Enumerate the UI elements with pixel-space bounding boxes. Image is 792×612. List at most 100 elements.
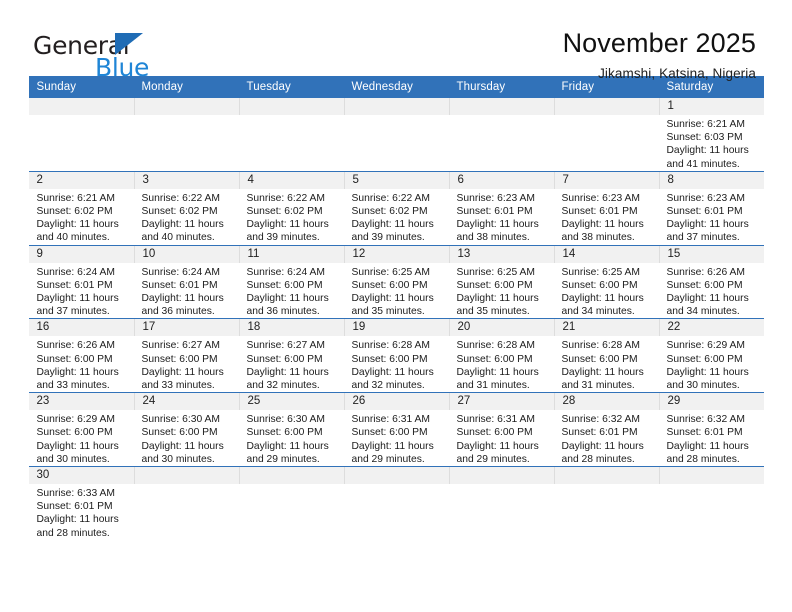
daylight-text-line1: Daylight: 11 hours [561, 293, 644, 305]
daylight-text-line1: Daylight: 11 hours [246, 293, 329, 305]
calendar-day-cell[interactable]: 29 Sunrise: 6:32 AM Sunset: 6:01 PM Dayligh… [658, 392, 764, 467]
calendar-day-cell[interactable]: 3 Sunrise: 6:22 AM Sunset: 6:02 PM Daylight… [133, 170, 239, 246]
day-details: Sunrise: 6:30 AM Sunset: 6:00 PM Daylight:… [134, 410, 239, 466]
sunrise-text: Sunrise: 6:30 AM [141, 414, 220, 426]
day-number: 10 [133, 245, 239, 263]
daylight-text-line2: and 34 minutes. [666, 306, 740, 318]
sunset-text: Sunset: 6:00 PM [351, 279, 428, 291]
daylight-text-line1: Daylight: 11 hours [36, 219, 119, 231]
daylight-text-line2: and 39 minutes. [246, 232, 320, 244]
day-number: 6 [448, 171, 554, 189]
daylight-text-line2: and 35 minutes. [351, 306, 425, 318]
sunrise-text: Sunrise: 6:21 AM [36, 192, 115, 204]
calendar-day-cell[interactable]: 4 Sunrise: 6:22 AM Sunset: 6:02 PM Daylight… [238, 170, 344, 246]
day-number: 12 [343, 245, 449, 263]
day-details: Sunrise: 6:25 AM Sunset: 6:00 PM Daylight:… [449, 263, 554, 319]
day-number [238, 467, 344, 485]
calendar-day-cell[interactable]: 27 Sunrise: 6:31 AM Sunset: 6:00 PM Dayligh… [448, 392, 554, 467]
calendar-week-row: 30 Sunrise: 6:33 AM Sunset: 6:01 PM Dayligh… [28, 466, 764, 540]
sunrise-text: Sunrise: 6:29 AM [36, 414, 115, 426]
day-number: 23 [28, 393, 134, 411]
calendar-day-cell[interactable]: 11 Sunrise: 6:24 AM Sunset: 6:00 PM Dayligh… [238, 244, 344, 319]
calendar-day-cell[interactable]: 10 Sunrise: 6:24 AM Sunset: 6:01 PM Dayligh… [133, 244, 239, 319]
calendar-day-cell[interactable]: 8 Sunrise: 6:23 AM Sunset: 6:01 PM Daylight… [658, 170, 764, 246]
daylight-text-line2: and 30 minutes. [666, 380, 740, 392]
day-number: 22 [658, 319, 764, 337]
sunrise-text: Sunrise: 6:25 AM [456, 266, 535, 278]
day-details: Sunrise: 6:22 AM Sunset: 6:02 PM Daylight:… [134, 189, 239, 245]
day-number [238, 98, 344, 115]
day-number [28, 98, 134, 115]
calendar-day-cell[interactable]: 30 Sunrise: 6:33 AM Sunset: 6:01 PM Dayligh… [28, 466, 134, 540]
calendar-day-cell[interactable]: 7 Sunrise: 6:23 AM Sunset: 6:01 PM Daylight… [553, 170, 659, 246]
calendar-day-cell[interactable]: 12 Sunrise: 6:25 AM Sunset: 6:00 PM Dayligh… [343, 244, 449, 319]
daylight-text-line1: Daylight: 11 hours [351, 293, 434, 305]
sunset-text: Sunset: 6:01 PM [456, 206, 533, 218]
calendar-day-cell[interactable]: 6 Sunrise: 6:23 AM Sunset: 6:01 PM Daylight… [448, 170, 554, 246]
sunrise-text: Sunrise: 6:31 AM [456, 414, 535, 426]
calendar-day-cell[interactable]: 16 Sunrise: 6:26 AM Sunset: 6:00 PM Dayligh… [28, 318, 134, 393]
sunset-text: Sunset: 6:00 PM [141, 427, 218, 439]
daylight-text-line1: Daylight: 11 hours [666, 293, 749, 305]
calendar-day-cell[interactable]: 24 Sunrise: 6:30 AM Sunset: 6:00 PM Dayligh… [133, 392, 239, 467]
calendar-day-cell[interactable]: 2 Sunrise: 6:21 AM Sunset: 6:02 PM Daylight… [28, 170, 134, 246]
page-header: General Blue November 2025 Jikamshi, Kat… [0, 0, 792, 81]
calendar-day-cell[interactable]: 19 Sunrise: 6:28 AM Sunset: 6:00 PM Dayligh… [343, 318, 449, 393]
calendar-day-cell[interactable]: 25 Sunrise: 6:30 AM Sunset: 6:00 PM Dayligh… [238, 392, 344, 467]
calendar-week-row: 1 Sunrise: 6:21 AM Sunset: 6:03 PM Daylight… [28, 98, 764, 172]
calendar-day-cell[interactable]: 23 Sunrise: 6:29 AM Sunset: 6:00 PM Dayligh… [28, 392, 134, 467]
calendar-body: 1 Sunrise: 6:21 AM Sunset: 6:03 PM Daylight… [28, 98, 764, 540]
calendar-day-cell[interactable]: 13 Sunrise: 6:25 AM Sunset: 6:00 PM Dayligh… [448, 244, 554, 319]
day-number: 27 [448, 393, 554, 411]
sunset-text: Sunset: 6:00 PM [456, 353, 533, 365]
day-number: 25 [238, 393, 344, 411]
calendar-day-cell[interactable]: 1 Sunrise: 6:21 AM Sunset: 6:03 PM Daylight… [658, 98, 764, 172]
calendar-cell-empty [343, 98, 449, 172]
daylight-text-line1: Daylight: 11 hours [36, 293, 119, 305]
day-number [133, 98, 239, 115]
daylight-text-line1: Daylight: 11 hours [456, 440, 539, 452]
calendar-day-cell[interactable]: 26 Sunrise: 6:31 AM Sunset: 6:00 PM Dayligh… [343, 392, 449, 467]
daylight-text-line2: and 37 minutes. [36, 306, 110, 318]
sunset-text: Sunset: 6:01 PM [141, 279, 218, 291]
calendar-week-row: 23 Sunrise: 6:29 AM Sunset: 6:00 PM Dayligh… [28, 392, 764, 467]
general-blue-logo[interactable]: General Blue [33, 28, 183, 80]
day-details: Sunrise: 6:21 AM Sunset: 6:02 PM Daylight:… [29, 189, 134, 245]
calendar-week-row: 9 Sunrise: 6:24 AM Sunset: 6:01 PM Daylight… [28, 244, 764, 319]
daylight-text-line2: and 39 minutes. [351, 232, 425, 244]
daylight-text-line2: and 32 minutes. [246, 380, 320, 392]
calendar-day-cell[interactable]: 17 Sunrise: 6:27 AM Sunset: 6:00 PM Dayligh… [133, 318, 239, 393]
calendar-day-cell[interactable]: 9 Sunrise: 6:24 AM Sunset: 6:01 PM Daylight… [28, 244, 134, 319]
day-number: 24 [133, 393, 239, 411]
daylight-text-line2: and 35 minutes. [456, 306, 530, 318]
calendar-day-cell[interactable]: 18 Sunrise: 6:27 AM Sunset: 6:00 PM Dayligh… [238, 318, 344, 393]
day-number: 28 [553, 393, 659, 411]
calendar-day-cell[interactable]: 15 Sunrise: 6:26 AM Sunset: 6:00 PM Dayligh… [658, 244, 764, 319]
calendar-day-cell[interactable]: 28 Sunrise: 6:32 AM Sunset: 6:01 PM Dayligh… [553, 392, 659, 467]
calendar-day-cell[interactable]: 22 Sunrise: 6:29 AM Sunset: 6:00 PM Dayligh… [658, 318, 764, 393]
sunrise-text: Sunrise: 6:26 AM [666, 266, 745, 278]
calendar-day-cell[interactable]: 14 Sunrise: 6:25 AM Sunset: 6:00 PM Dayligh… [553, 244, 659, 319]
daylight-text-line1: Daylight: 11 hours [456, 366, 539, 378]
daylight-text-line2: and 29 minutes. [246, 453, 320, 465]
day-details: Sunrise: 6:28 AM Sunset: 6:00 PM Daylight:… [344, 336, 449, 392]
sunrise-text: Sunrise: 6:25 AM [351, 266, 430, 278]
daylight-text-line1: Daylight: 11 hours [666, 440, 749, 452]
sunrise-text: Sunrise: 6:23 AM [666, 192, 745, 204]
daylight-text-line1: Daylight: 11 hours [561, 440, 644, 452]
day-number: 8 [658, 171, 764, 189]
sunrise-text: Sunrise: 6:28 AM [351, 340, 430, 352]
day-number: 16 [28, 319, 134, 337]
daylight-text-line1: Daylight: 11 hours [246, 366, 329, 378]
daylight-text-line1: Daylight: 11 hours [246, 440, 329, 452]
day-number [553, 98, 659, 115]
calendar-day-cell[interactable]: 20 Sunrise: 6:28 AM Sunset: 6:00 PM Dayligh… [448, 318, 554, 393]
daylight-text-line2: and 31 minutes. [456, 380, 530, 392]
daylight-text-line2: and 41 minutes. [666, 158, 740, 170]
calendar-day-cell[interactable]: 21 Sunrise: 6:28 AM Sunset: 6:00 PM Dayligh… [553, 318, 659, 393]
calendar-day-cell[interactable]: 5 Sunrise: 6:22 AM Sunset: 6:02 PM Daylight… [343, 170, 449, 246]
page-subtitle: Jikamshi, Katsina, Nigeria [598, 66, 756, 82]
daylight-text-line1: Daylight: 11 hours [141, 440, 224, 452]
day-details: Sunrise: 6:29 AM Sunset: 6:00 PM Daylight:… [659, 336, 764, 392]
day-number: 30 [28, 467, 134, 485]
